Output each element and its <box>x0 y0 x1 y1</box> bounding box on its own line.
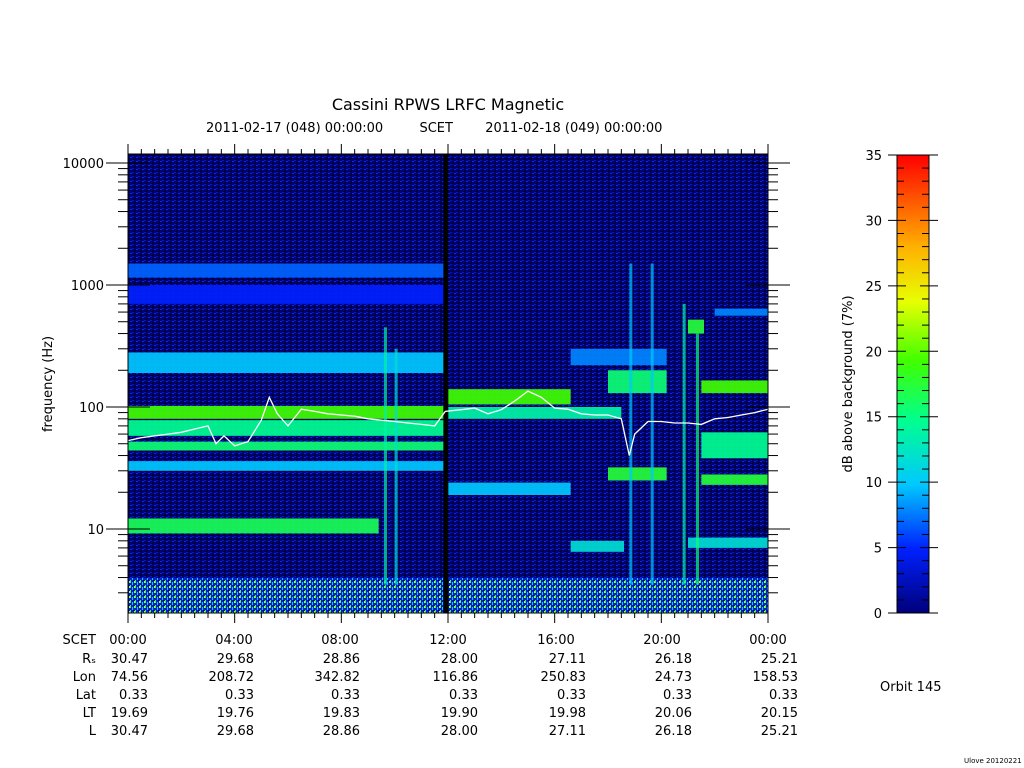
spectrogram-band <box>714 308 768 316</box>
spectrogram-band <box>688 537 768 548</box>
colorbar-label: dB above background (7%) <box>841 295 856 472</box>
y-tick-label: 100 <box>79 401 104 416</box>
vertical-emission-feature <box>682 303 686 585</box>
ephemeris-cell: 0.33 <box>225 688 254 703</box>
spectrogram-band <box>688 319 704 334</box>
ephemeris-cell: 29.68 <box>216 652 254 667</box>
colorbar-tick-label: 25 <box>865 280 882 295</box>
ephemeris-cell: 28.86 <box>322 652 360 667</box>
vertical-emission-feature <box>629 263 633 585</box>
ephemeris-cell: 0.33 <box>557 688 586 703</box>
ephemeris-cell: 30.47 <box>110 652 148 667</box>
data-gap-stripe <box>443 154 449 613</box>
colorbar-tick-label: 15 <box>865 411 882 426</box>
ephemeris-cell: 116.86 <box>432 670 479 685</box>
spectrogram-band <box>570 540 624 552</box>
spectrogram-band <box>128 518 379 534</box>
x-tick-label: 00:00 <box>749 633 787 648</box>
x-tick-label: 04:00 <box>215 633 253 648</box>
ephemeris-cell: 74.56 <box>110 670 148 685</box>
ephemeris-cell: 0.33 <box>449 688 478 703</box>
ephemeris-row-label: Lat <box>75 688 96 703</box>
ephemeris-cell: 25.21 <box>760 724 798 739</box>
ephemeris-cell: 28.00 <box>440 724 478 739</box>
vertical-emission-feature <box>650 263 654 585</box>
y-tick-label: 10000 <box>63 157 104 172</box>
ephemeris-cell: 0.33 <box>769 688 798 703</box>
spectrogram-band <box>448 389 571 405</box>
colorbar-tick-label: 10 <box>865 476 882 491</box>
ephemeris-cell: 28.86 <box>322 724 360 739</box>
ephemeris-cell: 19.76 <box>216 706 254 721</box>
ephemeris-cell: 26.18 <box>654 724 692 739</box>
ephemeris-cell: 19.90 <box>440 706 478 721</box>
ephemeris-cell: 26.18 <box>654 652 692 667</box>
x-tick-label: 12:00 <box>429 633 467 648</box>
ephemeris-cell: 28.00 <box>440 652 478 667</box>
colorbar-tick-label: 35 <box>865 149 882 164</box>
spectrogram-band <box>608 370 667 394</box>
ephemeris-cell: 20.15 <box>760 706 798 721</box>
spectrogram-band <box>701 432 768 459</box>
ephemeris-cell: 19.83 <box>322 706 360 721</box>
spectrogram-band <box>128 461 446 471</box>
spectrogram-band <box>701 380 768 394</box>
ephemeris-row-label: L <box>88 724 96 739</box>
y-tick-label: 10 <box>87 523 104 538</box>
ephemeris-cell: 0.33 <box>119 688 148 703</box>
x-tick-label: 20:00 <box>643 633 681 648</box>
ephemeris-cell: 19.69 <box>110 706 148 721</box>
y-axis-label: frequency (Hz) <box>41 336 56 432</box>
spectrogram-band <box>128 263 446 278</box>
ephemeris-cell: 250.83 <box>540 670 587 685</box>
x-tick-label: 16:00 <box>537 633 575 648</box>
colorbar-gradient <box>896 154 930 614</box>
orbit-label: Orbit 145 <box>880 680 942 695</box>
spectrogram-figure: 10 100 1000 10000 frequency (Hz) 0 5 10 15 20 25… <box>41 144 938 623</box>
ephemeris-cell: 208.72 <box>208 670 255 685</box>
colorbar: 0 5 10 15 20 25 30 35 dB above background (7%) <box>841 149 938 622</box>
spectrogram-plot-area <box>127 153 769 614</box>
ephemeris-cell: 27.11 <box>548 724 586 739</box>
spectrogram-band <box>128 405 446 419</box>
ephemeris-cell: 0.33 <box>331 688 360 703</box>
vertical-emission-feature <box>384 327 387 585</box>
spectrogram-band <box>128 285 446 304</box>
y-tick-label: 1000 <box>71 279 104 294</box>
vertical-emission-feature <box>696 333 699 585</box>
ephemeris-row-label: Rₛ <box>82 652 96 667</box>
ephemeris-row-label: SCET <box>62 633 96 648</box>
ephemeris-row-label: Lon <box>72 670 96 685</box>
ephemeris-cell: 20.06 <box>654 706 692 721</box>
colorbar-tick-label: 30 <box>865 214 882 229</box>
ephemeris-cell: 342.82 <box>314 670 361 685</box>
ephemeris-row-label: LT <box>82 706 96 721</box>
spectrogram-band <box>608 467 667 481</box>
ephemeris-cell: 25.21 <box>760 652 798 667</box>
ephemeris-cell: 27.11 <box>548 652 586 667</box>
spectrogram-band <box>128 441 446 451</box>
ephemeris-cell: 19.98 <box>548 706 586 721</box>
colorbar-tick-label: 20 <box>865 345 882 360</box>
credit-label: Ulove 20120221 <box>964 757 1022 765</box>
colorbar-tick-label: 0 <box>874 607 882 622</box>
spectrogram-band <box>701 474 768 485</box>
x-tick-label: 00:00 <box>109 633 147 648</box>
colorbar-tick-label: 5 <box>874 542 882 557</box>
ephemeris-cell: 29.68 <box>216 724 254 739</box>
x-tick-label: 08:00 <box>321 633 359 648</box>
ephemeris-cell: 30.47 <box>110 724 148 739</box>
spectrogram-band <box>128 352 446 373</box>
spectrogram-band <box>448 482 571 495</box>
ephemeris-cell: 0.33 <box>663 688 692 703</box>
ephemeris-cell: 24.73 <box>654 670 692 685</box>
ephemeris-cell: 158.53 <box>752 670 799 685</box>
vertical-emission-feature <box>394 348 398 585</box>
